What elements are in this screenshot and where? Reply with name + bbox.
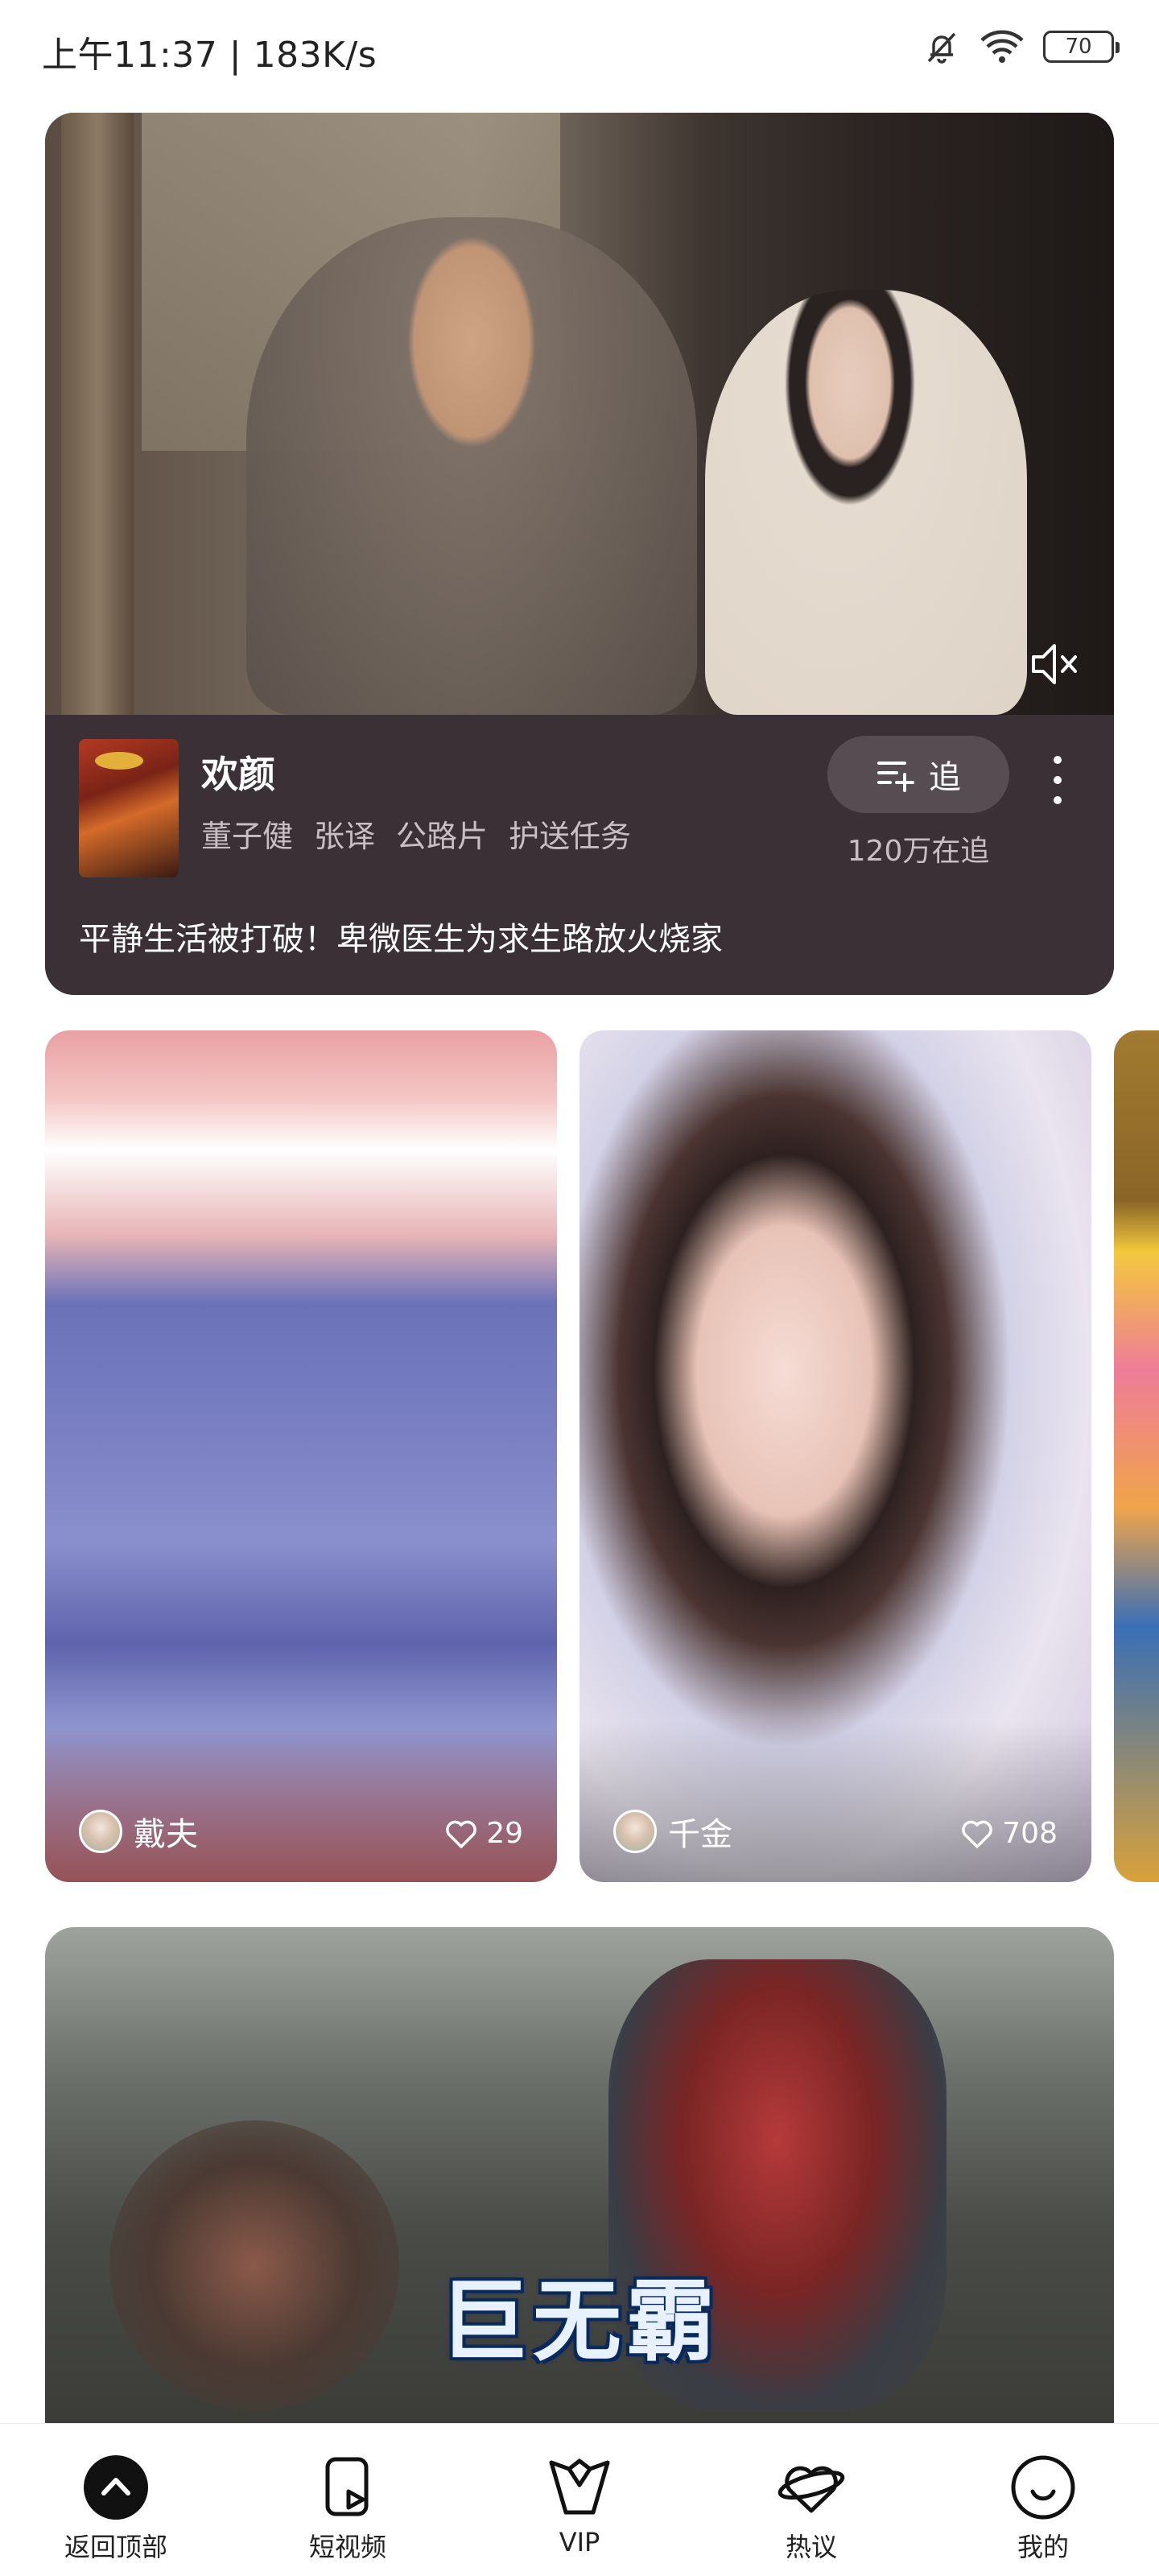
nav-label: 我的 xyxy=(1017,2532,1069,2562)
card-shade xyxy=(580,1721,1091,1882)
short-video-card[interactable]: 戴夫 29 xyxy=(45,1030,557,1882)
show-tags: 董子健 张译 公路片 护送任务 xyxy=(201,811,631,856)
nav-hot-discuss[interactable]: 热议 xyxy=(695,2424,927,2576)
nav-label: 短视频 xyxy=(308,2532,386,2562)
short-video-icon xyxy=(325,2457,369,2516)
video-subtitle: 巨无霸 xyxy=(439,2270,720,2373)
video-card[interactable]: 巨无霸 xyxy=(45,1927,1114,2426)
status-time: 上午11:37 | 183K/s xyxy=(42,35,377,76)
video-scene-actress xyxy=(705,290,1027,715)
nav-back-to-top[interactable]: 返回顶部 xyxy=(0,2424,232,2576)
author-name: 千金 xyxy=(668,1816,732,1853)
show-poster[interactable] xyxy=(79,739,179,877)
video-author[interactable]: 戴夫 xyxy=(79,1808,198,1855)
avatar[interactable] xyxy=(79,1810,122,1853)
avatar[interactable] xyxy=(613,1810,657,1853)
show-title[interactable]: 欢颜 xyxy=(201,745,275,799)
nav-label: 热议 xyxy=(785,2532,837,2562)
like-count[interactable]: 29 xyxy=(444,1817,523,1850)
profile-icon xyxy=(1011,2455,1075,2520)
wifi-icon xyxy=(980,30,1024,63)
show-description[interactable]: 平静生活被打破！卑微医生为求生路放火烧家 xyxy=(79,913,723,960)
add-to-list-icon xyxy=(877,762,914,792)
featured-show-card[interactable]: 欢颜 董子健 张译 公路片 护送任务 追 120万在追 平静生活被打破！卑微医生… xyxy=(45,113,1114,995)
like-count[interactable]: 708 xyxy=(960,1817,1058,1850)
status-icons: 70 xyxy=(922,27,1120,66)
bottom-navigation: 返回顶部 短视频 VIP 热议 我的 xyxy=(0,2423,1159,2576)
nav-short-video[interactable]: 短视频 xyxy=(232,2424,464,2576)
show-tag[interactable]: 董子健 xyxy=(201,811,293,856)
nav-label: 返回顶部 xyxy=(64,2532,167,2562)
show-tag[interactable]: 公路片 xyxy=(396,811,488,856)
hot-discuss-icon xyxy=(777,2466,845,2513)
nav-label: VIP xyxy=(559,2527,600,2557)
heart-icon xyxy=(962,1820,993,1848)
battery-indicator: 70 xyxy=(1043,31,1120,63)
mute-icon[interactable] xyxy=(1025,634,1085,694)
follow-button[interactable]: 追 xyxy=(827,736,1009,813)
featured-show-info: 欢颜 董子健 张译 公路片 护送任务 追 120万在追 平静生活被打破！卑微医生… xyxy=(45,715,1114,995)
show-tag[interactable]: 张译 xyxy=(314,811,375,856)
follow-count: 120万在追 xyxy=(847,835,990,868)
show-tag[interactable]: 护送任务 xyxy=(509,811,631,856)
video-author[interactable]: 千金 xyxy=(613,1808,732,1855)
status-bar: 上午11:37 | 183K/s 70 xyxy=(0,0,1159,97)
video-scene-actor xyxy=(246,217,697,715)
short-video-card[interactable]: 千金 708 xyxy=(580,1030,1091,1882)
like-number: 29 xyxy=(486,1817,523,1850)
nav-profile[interactable]: 我的 xyxy=(927,2424,1159,2576)
mute-bell-icon xyxy=(927,32,956,64)
nav-vip[interactable]: VIP xyxy=(464,2424,695,2576)
video-scene-post xyxy=(61,113,134,715)
follow-label: 追 xyxy=(929,759,961,796)
card-shade xyxy=(45,1721,557,1882)
vip-icon xyxy=(549,2458,610,2515)
like-number: 708 xyxy=(1002,1817,1058,1850)
author-name: 戴夫 xyxy=(134,1816,198,1853)
back-to-top-icon xyxy=(84,2455,148,2520)
more-options-icon[interactable] xyxy=(1048,752,1067,808)
featured-video-player[interactable] xyxy=(45,113,1114,715)
heart-icon xyxy=(446,1820,476,1848)
short-video-card-partial[interactable] xyxy=(1114,1030,1159,1882)
